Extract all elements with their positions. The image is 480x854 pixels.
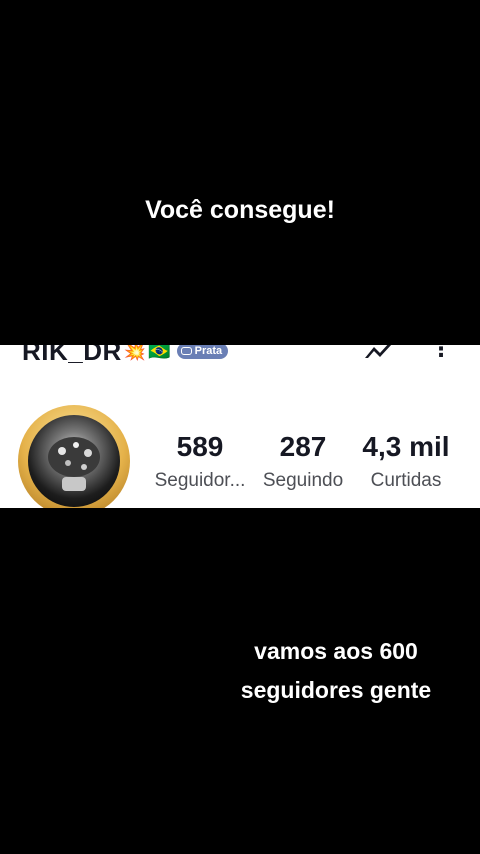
likes-stat[interactable]: 4,3 mil Curtidas — [356, 430, 456, 492]
following-stat[interactable]: 287 Seguindo — [256, 430, 350, 492]
brazil-flag-emoji: 🇧🇷 — [148, 345, 171, 361]
explosion-emoji: 💥 — [123, 345, 147, 361]
bottom-caption-line-1: vamos aos 600 — [254, 638, 418, 664]
likes-label: Curtidas — [370, 470, 442, 491]
bottom-caption-line-2: seguidores gente — [240, 677, 432, 703]
badge-icon — [180, 347, 192, 355]
username: RIK_DR — [22, 345, 122, 366]
more-vertical-icon[interactable]: ⋮ — [430, 345, 452, 360]
avatar-art — [48, 437, 100, 491]
pen-icon[interactable] — [362, 345, 396, 361]
username-row: RIK_DR 💥 🇧🇷 Prata — [22, 345, 229, 366]
rank-badge-label: Prata — [194, 345, 223, 357]
avatar[interactable] — [18, 405, 130, 508]
bottom-caption: vamos aos 600 seguidores gente — [0, 632, 480, 710]
followers-stat[interactable]: 589 Seguidor... — [144, 430, 256, 492]
likes-count: 4,3 mil — [362, 431, 450, 462]
followers-label: Seguidor... — [154, 470, 246, 491]
followers-count: 589 — [176, 431, 224, 462]
avatar-image — [28, 415, 120, 507]
rank-badge[interactable]: Prata — [176, 345, 229, 359]
following-label: Seguindo — [262, 470, 344, 491]
profile-strip: RIK_DR 💥 🇧🇷 Prata ⋮ 589 Seguidor... 287 … — [0, 345, 480, 508]
top-caption: Você consegue! — [145, 196, 335, 224]
following-count: 287 — [279, 431, 327, 462]
